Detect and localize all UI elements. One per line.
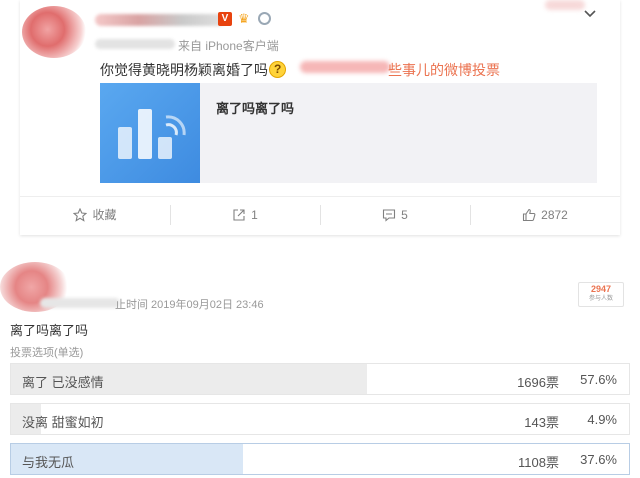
post-time-redacted [95,39,175,49]
vote-type-label: 投票选项(单选) [10,347,84,359]
post-text: 你觉得黄晓明杨颖离婚了吗 [100,60,286,80]
vote-option-percent: 57.6% [580,372,617,387]
repost-count: 1 [251,207,258,222]
comment-count: 5 [401,207,408,222]
like-count: 2872 [541,207,568,222]
vote-option-2[interactable]: 与我无瓜 1108票 37.6% [10,443,630,475]
post-text-body: 你觉得黄晓明杨颖离婚了吗 [100,62,268,78]
comment-button[interactable]: 5 [320,197,470,232]
star-icon [73,207,88,222]
vote-option-votes: 1696票 [517,375,559,390]
vote-option-1[interactable]: 没离 甜蜜如初 143票 4.9% [10,403,630,435]
vote-title: 离了吗离了吗 [10,323,89,338]
participants-label: 参与人数 [588,296,613,302]
chevron-down-icon[interactable] [583,6,597,20]
like-button[interactable]: 2872 [470,197,620,232]
vote-option-label: 没离 甜蜜如初 [22,415,104,430]
poll-thumbnail [100,83,200,183]
favorite-label: 收藏 [92,208,117,222]
post-source: 来自 iPhone客户端 [178,39,279,53]
participants-count: 2947 [590,284,612,294]
vote-meta-redacted [40,298,120,308]
medal-icon [258,12,271,25]
vote-end-time: 止时间 2019年09月02日 23:46 [115,299,264,311]
mention-redacted[interactable] [300,61,390,73]
vote-option-votes: 143票 [524,415,559,430]
vote-option-percent: 4.9% [587,412,617,427]
poll-source-link[interactable]: 些事儿的微博投票 [388,60,500,80]
post-actions-bar: 收藏 1 5 2872 [20,196,620,232]
redacted-mark [545,0,585,10]
author-name-redacted[interactable] [95,14,225,26]
thinking-emoji-icon [269,61,286,78]
repost-button[interactable]: 1 [170,197,320,232]
comment-icon [383,208,396,222]
poll-card[interactable]: 离了吗离了吗 [100,83,597,183]
poll-card-title: 离了吗离了吗 [216,101,295,116]
vote-option-0[interactable]: 离了 已没感情 1696票 57.6% [10,363,630,395]
vote-option-percent: 37.6% [580,452,617,467]
vote-option-label: 与我无瓜 [22,455,75,470]
participants-badge: 2947 参与人数 [578,282,624,307]
vote-option-label: 离了 已没感情 [22,375,104,390]
repost-icon [233,208,245,221]
vip-badge-icon: V [218,12,232,26]
favorite-button[interactable]: 收藏 [20,197,170,232]
vote-option-votes: 1108票 [518,455,559,470]
crown-icon: ♛ [238,11,250,26]
like-icon [523,208,536,221]
poll-chart-icon [118,109,186,159]
author-avatar[interactable] [22,6,86,58]
